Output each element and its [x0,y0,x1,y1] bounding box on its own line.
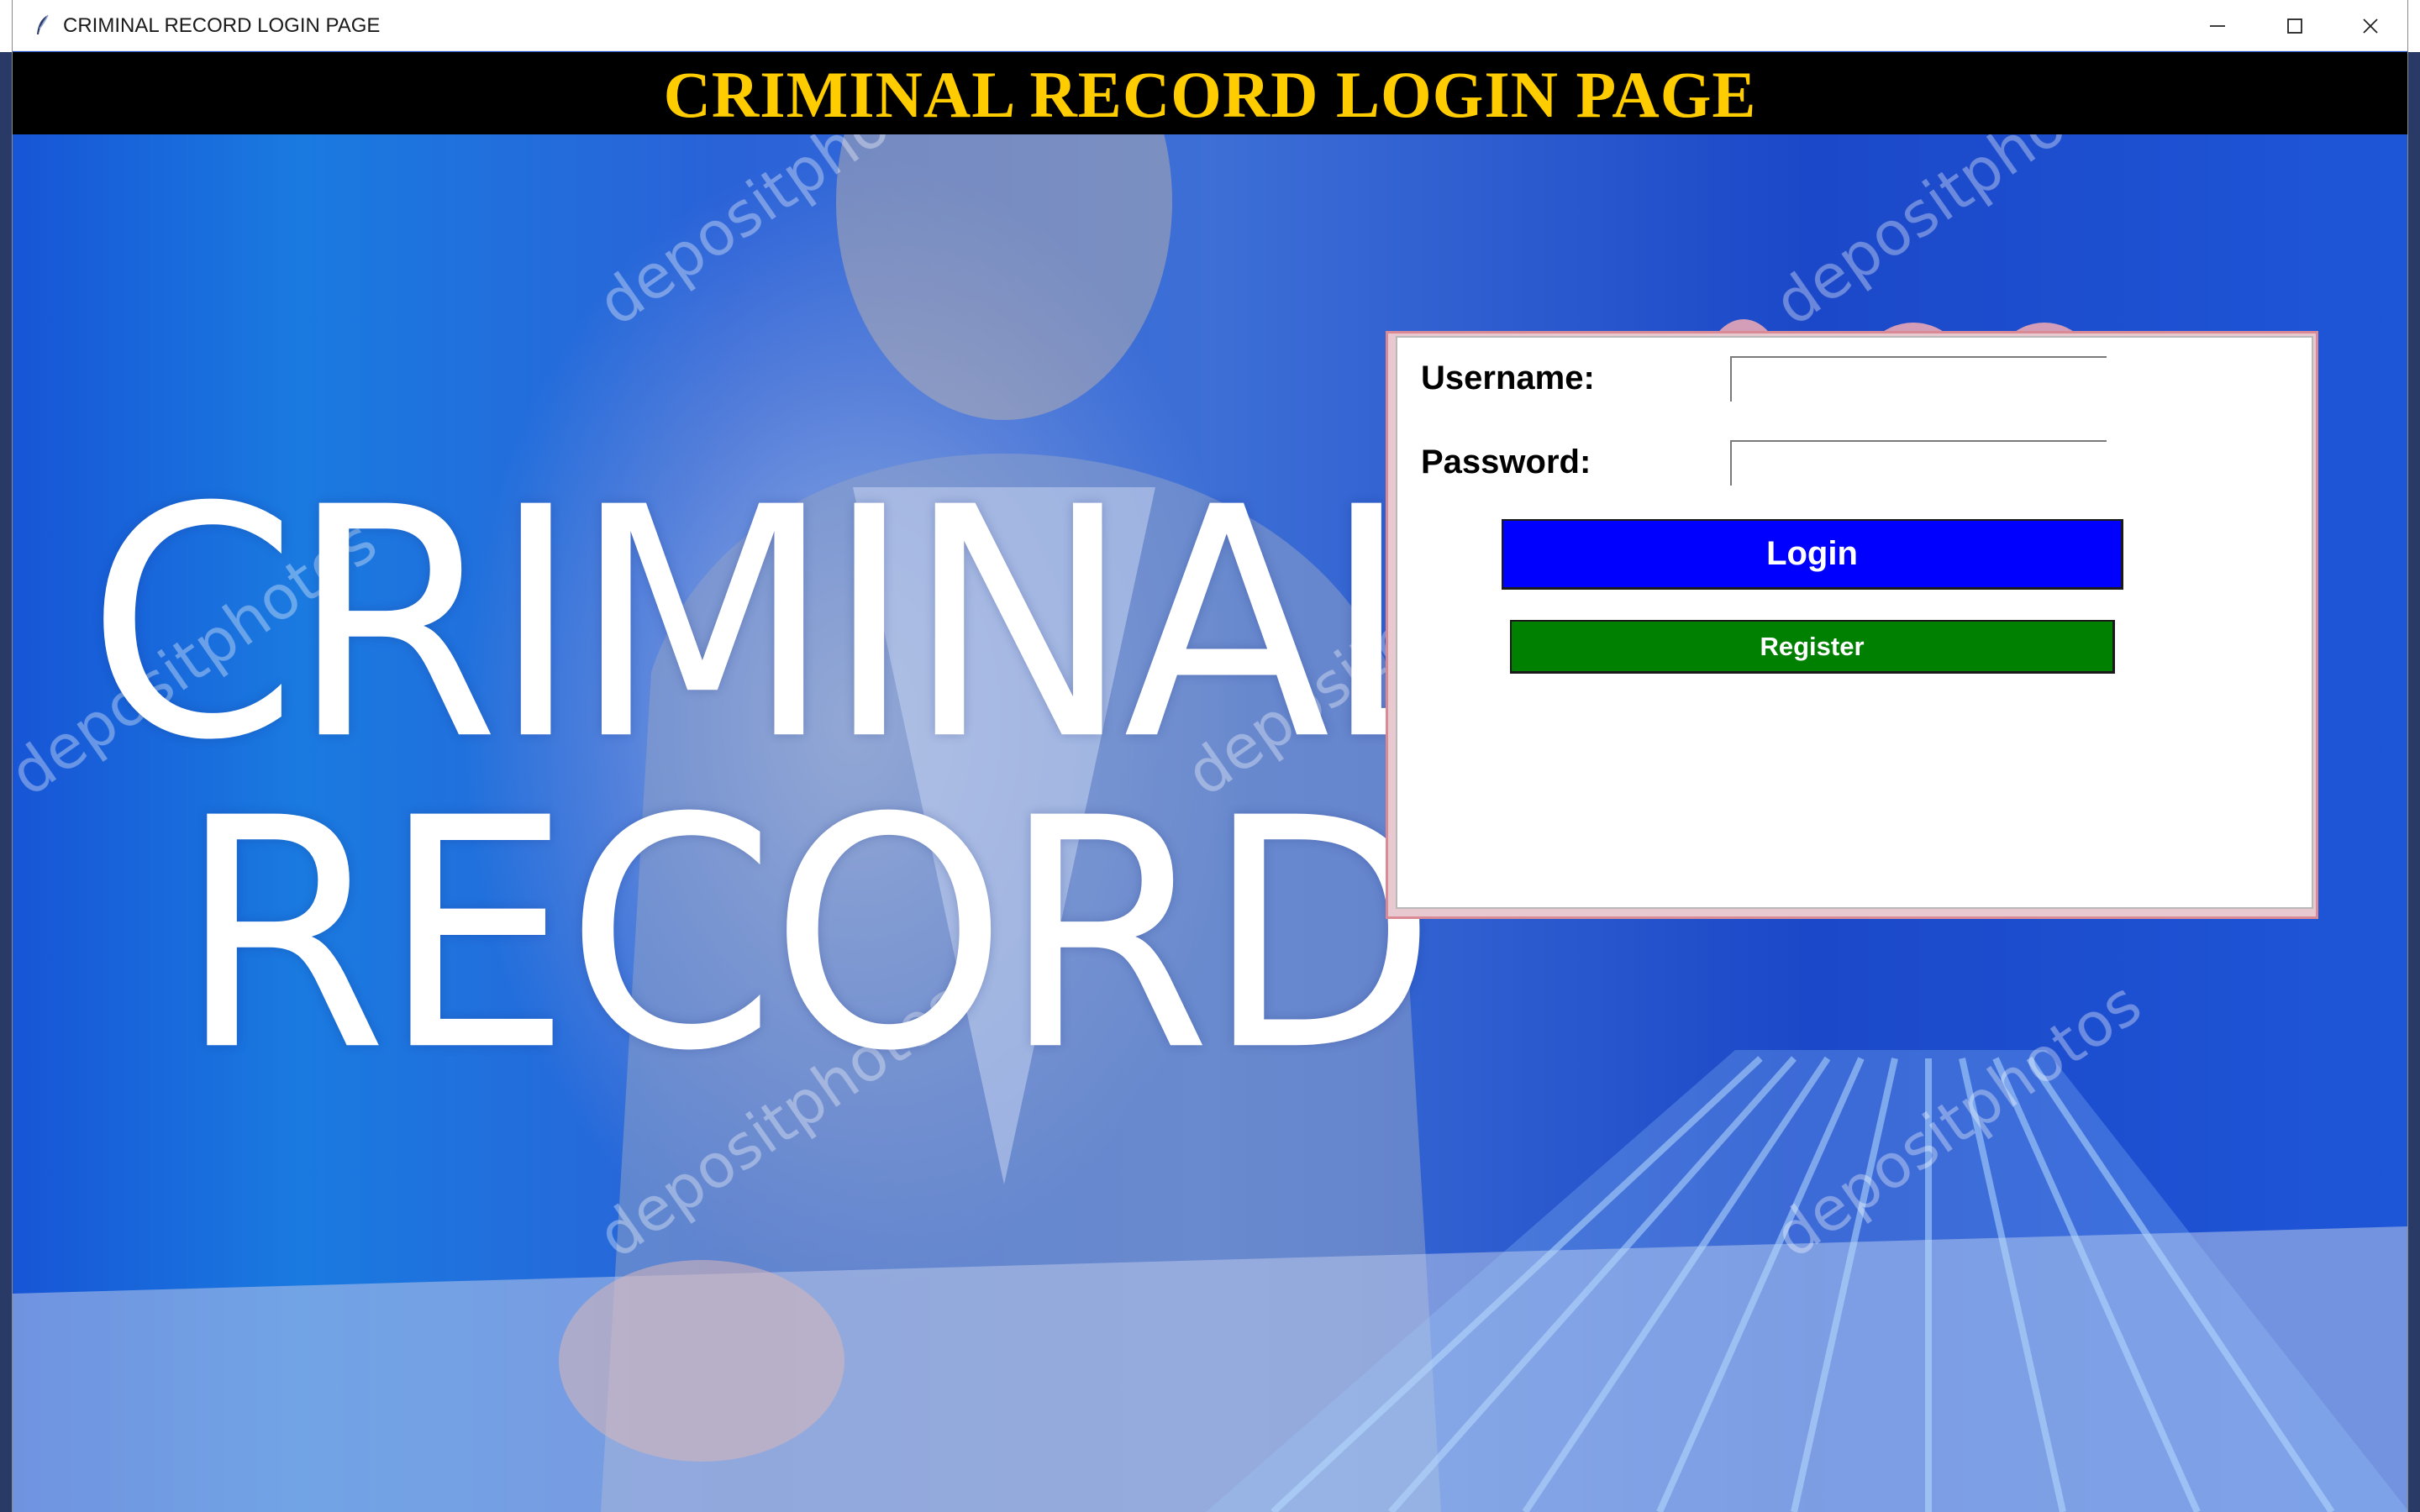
close-button[interactable] [2332,0,2409,51]
register-button[interactable]: Register [1510,620,2115,674]
password-label: Password: [1421,444,1591,480]
minimize-button[interactable] [2179,0,2256,51]
close-icon [2363,18,2378,34]
desktop-edge-left [0,52,12,1512]
hero-text-line-2: RECORD [177,750,1438,1121]
username-input[interactable] [1730,356,2107,402]
login-panel: Username: Password: Login Register [1386,331,2318,919]
password-input[interactable] [1730,440,2107,486]
page-title: CRIMINAL RECORD LOGIN PAGE [663,58,1757,131]
feather-icon [37,14,49,34]
maximize-button[interactable] [2256,0,2333,51]
app-window: CRIMINAL RECORD LOGIN PAGE CRIMINAL RECO… [12,0,2408,1512]
header-banner: CRIMINAL RECORD LOGIN PAGE [13,52,2407,134]
username-label: Username: [1421,360,1595,396]
window-title: CRIMINAL RECORD LOGIN PAGE [63,14,381,37]
svg-text:depositphotos: depositphotos [1762,134,2154,339]
login-form: Username: Password: Login Register [1396,336,2313,909]
desktop-edge-right [2408,52,2420,1512]
minimize-icon [2210,24,2225,27]
login-button[interactable]: Login [1502,519,2123,590]
title-bar[interactable]: CRIMINAL RECORD LOGIN PAGE [13,0,2407,51]
hero-text-line-1: CRIMINAL [87,439,1491,810]
maximize-icon [2287,18,2302,34]
